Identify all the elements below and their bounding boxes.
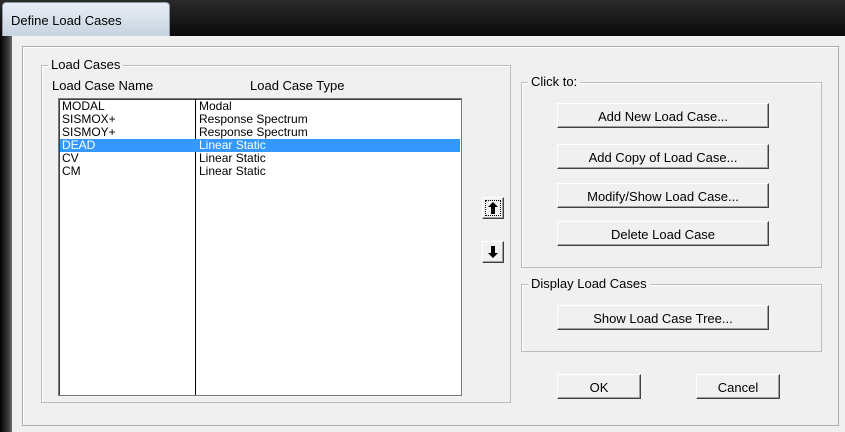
- window-frame: [0, 36, 12, 432]
- ok-button[interactable]: OK: [557, 374, 641, 399]
- load-cases-group: Load Cases Load Case Name Load Case Type…: [41, 57, 511, 403]
- load-case-name-cell: CM: [62, 164, 81, 178]
- window-title: Define Load Cases: [11, 13, 122, 28]
- cancel-button[interactable]: Cancel: [696, 374, 780, 399]
- dialog-panel: Load Cases Load Case Name Load Case Type…: [22, 46, 839, 426]
- load-cases-legend: Load Cases: [48, 57, 124, 72]
- title-tab: Define Load Cases: [2, 2, 170, 36]
- click-to-group: Click to: Add New Load Case... Add Copy …: [521, 74, 822, 268]
- move-up-button[interactable]: [482, 197, 504, 219]
- arrow-up-icon: [488, 202, 498, 214]
- display-load-cases-legend: Display Load Cases: [528, 276, 650, 291]
- move-down-button[interactable]: [482, 241, 504, 263]
- define-load-cases-window: Define Load Cases Load Cases Load Case N…: [0, 0, 845, 432]
- load-case-type-cell: Linear Static: [199, 164, 266, 178]
- delete-load-case-button[interactable]: Delete Load Case: [557, 221, 769, 246]
- dialog-body: Load Cases Load Case Name Load Case Type…: [12, 36, 845, 432]
- load-case-name-header: Load Case Name: [52, 78, 154, 93]
- load-case-type-header: Load Case Type: [250, 78, 345, 93]
- show-load-case-tree-button[interactable]: Show Load Case Tree...: [557, 305, 769, 330]
- display-load-cases-group: Display Load Cases Show Load Case Tree..…: [521, 276, 822, 352]
- load-case-row[interactable]: CM Linear Static: [60, 165, 460, 178]
- add-new-load-case-button[interactable]: Add New Load Case...: [557, 103, 769, 128]
- add-copy-load-case-button[interactable]: Add Copy of Load Case...: [557, 144, 769, 169]
- load-cases-list[interactable]: MODAL Modal SISMOX+ Response Spectrum SISMOY…: [58, 98, 462, 396]
- click-to-legend: Click to:: [528, 74, 581, 89]
- title-bar[interactable]: Define Load Cases: [0, 0, 845, 36]
- arrow-down-icon: [488, 246, 498, 258]
- modify-show-load-case-button[interactable]: Modify/Show Load Case...: [557, 183, 769, 208]
